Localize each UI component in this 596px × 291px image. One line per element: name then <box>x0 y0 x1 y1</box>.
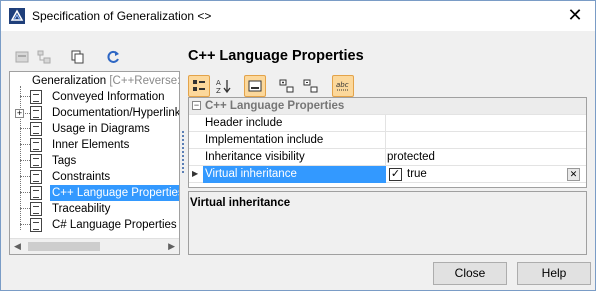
app-logo-icon <box>9 8 25 24</box>
property-row-inheritance-visibility[interactable]: Inheritance visibility protected <box>189 149 586 166</box>
property-table: − C++ Language Properties Header include… <box>188 97 587 188</box>
tree-item-label: Constraints <box>52 171 111 183</box>
property-row-header-include[interactable]: Header include <box>189 115 586 132</box>
sort-alphabetical-icon[interactable]: AZ <box>212 75 234 97</box>
tree-item-label: Documentation/Hyperlinks <box>52 107 180 119</box>
tree-structure-icon[interactable] <box>35 48 53 66</box>
copy-icon[interactable] <box>69 48 87 66</box>
tree-item-label: Inner Elements <box>52 139 130 151</box>
categorized-view-icon[interactable] <box>188 75 210 97</box>
svg-text:A: A <box>216 79 221 87</box>
property-name: Virtual inheritance <box>205 168 297 180</box>
collapse-icon[interactable] <box>13 48 31 66</box>
spelling-check-icon[interactable]: abc <box>332 75 354 97</box>
document-icon <box>30 170 42 184</box>
tree-item-label: Usage in Diagrams <box>52 123 150 135</box>
close-button[interactable]: Close <box>433 262 507 285</box>
property-name: Implementation include <box>205 134 324 146</box>
document-icon <box>30 218 42 232</box>
description-title: Virtual inheritance <box>190 197 291 209</box>
pane-splitter[interactable] <box>182 131 184 173</box>
expand-all-icon[interactable] <box>276 75 298 97</box>
description-panel: Virtual inheritance <box>188 191 587 255</box>
horizontal-scrollbar[interactable]: ◀ ▶ <box>10 238 179 254</box>
svg-text:abc: abc <box>336 81 349 89</box>
tree-item-label: Generalization <box>32 75 107 87</box>
current-row-arrow-icon: ▶ <box>192 169 199 178</box>
collapse-group-icon[interactable]: − <box>192 101 201 110</box>
property-row-implementation-include[interactable]: Implementation include <box>189 132 586 149</box>
property-name: Header include <box>205 117 283 129</box>
document-icon <box>30 202 42 216</box>
document-icon <box>30 138 42 152</box>
property-group-row[interactable]: − C++ Language Properties <box>189 98 586 115</box>
svg-text:Z: Z <box>216 87 221 94</box>
collapse-all-icon[interactable] <box>300 75 322 97</box>
tree-item-label: Conveyed Information <box>52 91 165 103</box>
property-name: Inheritance visibility <box>205 151 305 163</box>
window-title: Specification of Generalization <> <box>32 9 212 23</box>
property-group-label: C++ Language Properties <box>205 100 345 112</box>
scroll-left-icon[interactable]: ◀ <box>14 241 21 252</box>
specification-dialog: Specification of Generalization <> ✕ Gen… <box>0 0 596 291</box>
scrollbar-thumb[interactable] <box>28 242 100 251</box>
tree-item-suffix: [C++Reverse::U <box>109 75 180 87</box>
close-window-icon[interactable]: ✕ <box>563 4 587 26</box>
refresh-icon[interactable] <box>104 48 122 66</box>
scroll-right-icon[interactable]: ▶ <box>168 241 175 252</box>
virtual-inheritance-checkbox[interactable]: ✓ <box>389 168 402 181</box>
tree-item-label: Tags <box>52 155 77 167</box>
element-tree[interactable]: Generalization [C++Reverse::U Conveyed I… <box>9 71 180 255</box>
document-icon <box>30 186 42 200</box>
document-icon <box>30 122 42 136</box>
description-toggle-icon[interactable] <box>244 75 266 97</box>
document-icon <box>30 154 42 168</box>
document-icon <box>30 106 42 120</box>
tree-item-label: C++ Language Properties <box>50 185 179 201</box>
title-bar: Specification of Generalization <> ✕ <box>1 1 595 31</box>
tree-item-label: Traceability <box>52 203 111 215</box>
help-button[interactable]: Help <box>517 262 591 285</box>
tree-item-label: C# Language Properties <box>52 219 177 231</box>
property-value[interactable]: protected <box>387 151 435 163</box>
property-value: true <box>407 168 427 180</box>
document-icon <box>30 90 42 104</box>
expand-icon[interactable]: + <box>15 109 24 118</box>
reset-value-icon[interactable]: ✕ <box>567 168 580 181</box>
property-row-virtual-inheritance[interactable]: ▶ Virtual inheritance ✓ true ✕ <box>189 166 586 183</box>
panel-title: C++ Language Properties <box>188 48 364 64</box>
